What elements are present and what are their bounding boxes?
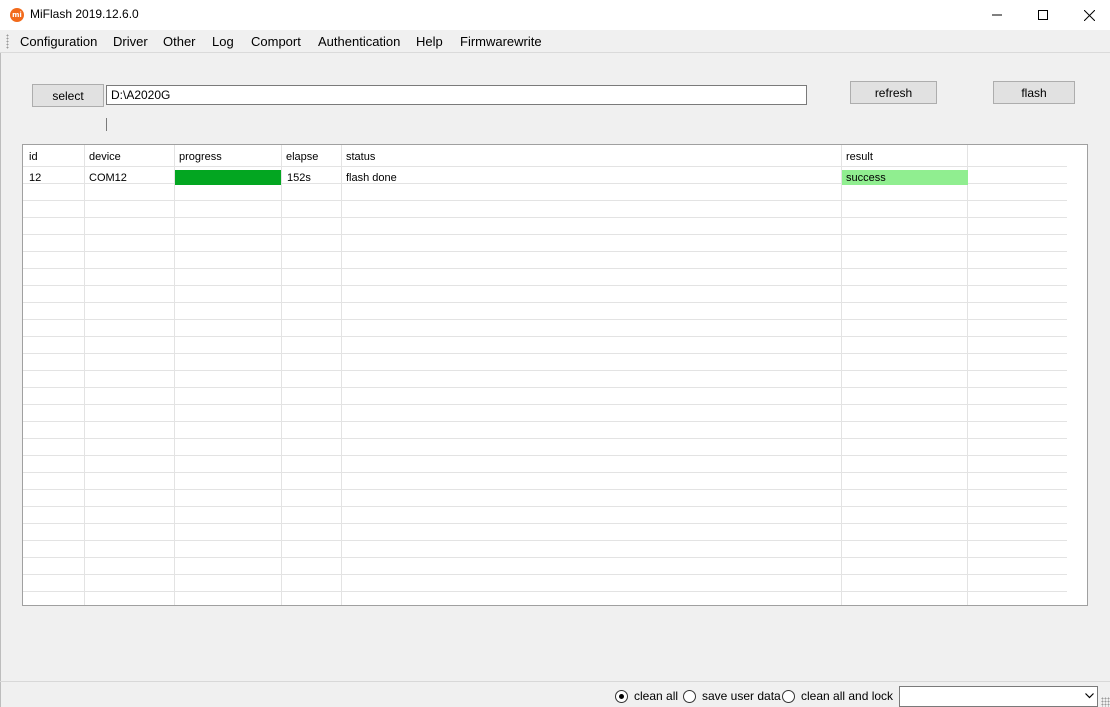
grid-row-line bbox=[23, 421, 1067, 422]
window-left-border bbox=[0, 53, 1, 707]
flash-button[interactable]: flash bbox=[993, 81, 1075, 104]
grid-row-line bbox=[23, 557, 1067, 558]
grid-row-line bbox=[23, 472, 1067, 473]
column-divider bbox=[341, 145, 342, 605]
menu-comport[interactable]: Comport bbox=[251, 34, 301, 49]
cell-status[interactable]: flash done bbox=[346, 172, 397, 184]
firmware-path-input[interactable]: D:\A2020G bbox=[106, 85, 807, 105]
save-user-data-label[interactable]: save user data bbox=[702, 689, 781, 703]
column-header-progress[interactable]: progress bbox=[179, 151, 222, 163]
cell-elapse[interactable]: 152s bbox=[287, 172, 311, 184]
clean-all-and-lock-radio[interactable] bbox=[782, 690, 795, 703]
grid-row-line bbox=[23, 370, 1067, 371]
progress-bar bbox=[175, 170, 281, 185]
column-header-device[interactable]: device bbox=[89, 151, 121, 163]
clean-all-and-lock-label[interactable]: clean all and lock bbox=[801, 689, 893, 703]
menu-other[interactable]: Other bbox=[163, 34, 196, 49]
menu-firmwarewrite[interactable]: Firmwarewrite bbox=[460, 34, 542, 49]
miflash-logo-icon: mi bbox=[10, 8, 24, 22]
menu-authentication[interactable]: Authentication bbox=[318, 34, 400, 49]
grid-row-line bbox=[23, 506, 1067, 507]
column-divider bbox=[841, 145, 842, 605]
cell-device[interactable]: COM12 bbox=[89, 172, 127, 184]
column-divider bbox=[967, 145, 968, 605]
bottom-separator bbox=[0, 681, 1110, 682]
close-button[interactable] bbox=[1066, 0, 1110, 30]
grid-row-line bbox=[23, 336, 1067, 337]
grid-row-line bbox=[23, 319, 1067, 320]
close-icon bbox=[1083, 9, 1095, 21]
menu-configuration[interactable]: Configuration bbox=[20, 34, 97, 49]
menu-log[interactable]: Log bbox=[212, 34, 234, 49]
grid-row-line bbox=[23, 455, 1067, 456]
grid-row-line bbox=[23, 387, 1067, 388]
column-header-id[interactable]: id bbox=[29, 151, 38, 163]
clean-all-radio[interactable] bbox=[615, 690, 628, 703]
grid-row-line bbox=[23, 591, 1067, 592]
minimize-button[interactable] bbox=[974, 0, 1020, 30]
cell-id[interactable]: 12 bbox=[29, 172, 41, 184]
title-bar: mi MiFlash 2019.12.6.0 bbox=[0, 0, 1110, 30]
grid-row-line bbox=[23, 166, 1067, 167]
column-divider bbox=[84, 145, 85, 605]
clean-all-label[interactable]: clean all bbox=[634, 689, 678, 703]
column-divider bbox=[281, 145, 282, 605]
maximize-button[interactable] bbox=[1020, 0, 1066, 30]
grid-row-line bbox=[23, 523, 1067, 524]
column-header-elapse[interactable]: elapse bbox=[286, 151, 318, 163]
window-title: MiFlash 2019.12.6.0 bbox=[30, 7, 139, 21]
save-user-data-radio[interactable] bbox=[683, 690, 696, 703]
grid-row-line bbox=[23, 234, 1067, 235]
resize-grip-icon[interactable] bbox=[1101, 697, 1110, 707]
grid-row-line bbox=[23, 285, 1067, 286]
minimize-icon bbox=[992, 14, 1002, 16]
grid-row-line bbox=[23, 302, 1067, 303]
grid-row-line bbox=[23, 489, 1067, 490]
menu-grip-icon[interactable] bbox=[6, 34, 9, 49]
menu-help[interactable]: Help bbox=[416, 34, 443, 49]
grid-row-line bbox=[23, 200, 1067, 201]
column-header-status[interactable]: status bbox=[346, 151, 375, 163]
grid-row-line bbox=[23, 574, 1067, 575]
select-button[interactable]: select bbox=[32, 84, 104, 107]
grid-row-line bbox=[23, 438, 1067, 439]
column-divider bbox=[174, 145, 175, 605]
maximize-icon bbox=[1038, 10, 1048, 20]
grid-row-line bbox=[23, 540, 1067, 541]
device-combo-box[interactable] bbox=[899, 686, 1098, 707]
chevron-down-icon[interactable] bbox=[1085, 693, 1094, 699]
grid-row-line bbox=[23, 353, 1067, 354]
menu-bar: Configuration Driver Other Log Comport A… bbox=[0, 30, 1110, 53]
grid-row-line bbox=[23, 251, 1067, 252]
menu-driver[interactable]: Driver bbox=[113, 34, 148, 49]
grid-row-line bbox=[23, 268, 1067, 269]
refresh-button[interactable]: refresh bbox=[850, 81, 937, 104]
device-list-grid[interactable]: id device progress elapse status result … bbox=[22, 144, 1088, 606]
grid-row-line bbox=[23, 217, 1067, 218]
splitter-mark bbox=[106, 118, 107, 131]
column-header-result[interactable]: result bbox=[846, 151, 873, 163]
grid-row-line bbox=[23, 404, 1067, 405]
cell-result[interactable]: success bbox=[846, 172, 886, 184]
